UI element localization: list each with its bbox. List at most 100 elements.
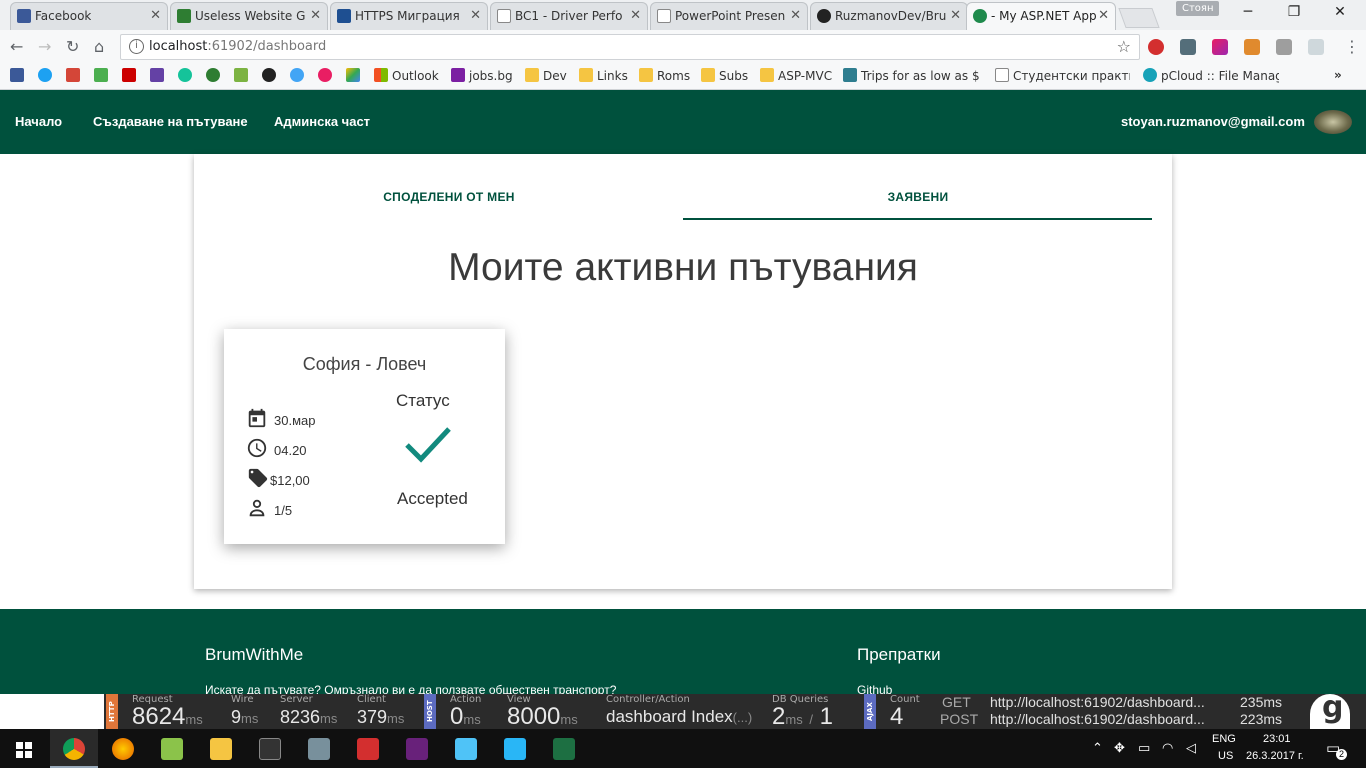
bookmark-jobs[interactable]: jobs.bg bbox=[451, 68, 513, 83]
gmail-bookmark-icon[interactable] bbox=[66, 68, 84, 83]
avatar[interactable] bbox=[1314, 110, 1352, 134]
close-icon[interactable]: ✕ bbox=[470, 3, 481, 29]
bookmark-pcloud[interactable]: pCloud :: File Manage bbox=[1143, 68, 1279, 83]
clock-icon bbox=[247, 438, 267, 458]
close-icon[interactable]: ✕ bbox=[630, 3, 641, 29]
bookmark-trips[interactable]: Trips for as low as $34 bbox=[843, 68, 979, 83]
file-explorer-taskbar-icon[interactable] bbox=[210, 738, 232, 760]
close-icon[interactable]: ✕ bbox=[790, 3, 801, 29]
ajax-url[interactable]: http://localhost:61902/dashboard... bbox=[990, 711, 1205, 727]
close-icon[interactable]: ✕ bbox=[310, 3, 321, 29]
youtube-bookmark-icon[interactable] bbox=[122, 68, 140, 83]
house-bookmark-icon[interactable] bbox=[94, 68, 112, 83]
check-icon bbox=[405, 427, 451, 463]
tools-taskbar-icon[interactable] bbox=[308, 738, 330, 760]
jb-extension-icon[interactable] bbox=[1276, 39, 1292, 55]
nav-create-trip-link[interactable]: Създаване на пътуване bbox=[93, 114, 248, 129]
car-favicon-icon bbox=[973, 9, 987, 23]
browser-tab[interactable]: RuzmanovDev/Bru ✕ bbox=[810, 2, 968, 30]
bookmark-star-icon[interactable]: ☆ bbox=[1117, 37, 1131, 56]
clock-date[interactable]: 26.3.2017 г. bbox=[1246, 750, 1304, 762]
ajax-url[interactable]: http://localhost:61902/dashboard... bbox=[990, 694, 1205, 710]
remote-desktop-taskbar-icon[interactable] bbox=[455, 738, 477, 760]
glimpse-toolbar[interactable]: HTTP Request 8624ms Wire 9ms Server 8236… bbox=[104, 690, 1366, 730]
browser-tab[interactable]: PowerPoint Presen ✕ bbox=[650, 2, 808, 30]
bookmark-folder-roms[interactable]: Roms bbox=[639, 68, 690, 83]
browser-tab-active[interactable]: - My ASP.NET App ✕ bbox=[966, 2, 1116, 30]
region-indicator[interactable]: US bbox=[1218, 750, 1233, 762]
browser-tab[interactable]: Facebook ✕ bbox=[10, 2, 168, 30]
reload-icon[interactable]: ↻ bbox=[66, 37, 79, 56]
adblock-extension-icon[interactable] bbox=[1148, 39, 1164, 55]
github-bookmark-icon[interactable] bbox=[262, 68, 280, 83]
arrow-up-bookmark-icon[interactable] bbox=[234, 68, 252, 83]
home-icon[interactable]: ⌂ bbox=[94, 37, 104, 56]
bookmark-folder-links[interactable]: Links bbox=[579, 68, 628, 83]
tray-overflow-icon[interactable]: ⌃ bbox=[1092, 741, 1103, 756]
volume-tray-icon[interactable]: ◁ bbox=[1186, 741, 1196, 756]
excel-taskbar-icon[interactable] bbox=[553, 738, 575, 760]
facebook-bookmark-icon[interactable] bbox=[10, 68, 28, 83]
profile-button[interactable]: Стоян bbox=[1176, 1, 1220, 16]
bookmark-student-practices[interactable]: Студентски практики bbox=[995, 68, 1130, 83]
wifi-tray-icon[interactable]: ◠ bbox=[1162, 741, 1173, 756]
restore-icon[interactable]: ❐ bbox=[1274, 4, 1314, 20]
forward-icon[interactable]: → bbox=[38, 37, 51, 56]
tab-title: BC1 - Driver Perfo bbox=[515, 9, 623, 23]
clock-time[interactable]: 23:01 bbox=[1263, 733, 1291, 745]
nav-user-email-link[interactable]: stoyan.ruzmanov@gmail.com bbox=[1121, 114, 1305, 129]
chrome-taskbar-icon[interactable] bbox=[63, 738, 85, 760]
power-tray-icon[interactable]: ▭ bbox=[1138, 741, 1150, 756]
url-text[interactable]: localhost:61902/dashboard bbox=[149, 39, 326, 54]
terminal-taskbar-icon[interactable] bbox=[259, 738, 281, 760]
bookmark-outlook[interactable]: Outlook bbox=[374, 68, 439, 83]
refresh-bookmark-icon[interactable] bbox=[206, 68, 224, 83]
tools-extension-icon[interactable] bbox=[1244, 39, 1260, 55]
filezilla-taskbar-icon[interactable] bbox=[357, 738, 379, 760]
folder-icon bbox=[639, 68, 653, 82]
more-bookmarks-icon[interactable]: » bbox=[1334, 68, 1342, 82]
twitter-bookmark-icon[interactable] bbox=[38, 68, 56, 83]
flask-extension-icon[interactable] bbox=[1308, 39, 1324, 55]
new-tab-button[interactable] bbox=[1118, 8, 1160, 28]
back-icon[interactable]: ← bbox=[10, 37, 23, 56]
bookmark-folder-subs[interactable]: Subs bbox=[701, 68, 748, 83]
folder-icon bbox=[760, 68, 774, 82]
window-close-icon[interactable]: ✕ bbox=[1320, 4, 1360, 20]
media-bookmark-icon[interactable] bbox=[318, 68, 336, 83]
firefox-taskbar-icon[interactable] bbox=[112, 738, 134, 760]
menu-kebab-icon[interactable]: ⋮ bbox=[1344, 37, 1360, 56]
status-label: Статус bbox=[396, 391, 450, 410]
nav-home-link[interactable]: Начало bbox=[15, 114, 62, 129]
address-bar[interactable]: i localhost:61902/dashboard ☆ bbox=[120, 34, 1140, 60]
snowflake-taskbar-icon[interactable] bbox=[504, 738, 526, 760]
eyedropper-extension-icon[interactable] bbox=[1180, 39, 1196, 55]
drive-bookmark-icon[interactable] bbox=[346, 68, 364, 83]
notepadpp-taskbar-icon[interactable] bbox=[161, 738, 183, 760]
tab-shared-by-me[interactable]: СПОДЕЛЕНИ ОТ МЕН bbox=[214, 190, 684, 204]
visual-studio-taskbar-icon[interactable] bbox=[406, 738, 428, 760]
browser-tab[interactable]: HTTPS Миграция ✕ bbox=[330, 2, 488, 30]
close-icon[interactable]: ✕ bbox=[150, 3, 161, 29]
status-badge: Accepted bbox=[397, 489, 468, 508]
minimize-icon[interactable]: ─ bbox=[1228, 4, 1268, 20]
bookmark-folder-dev[interactable]: Dev bbox=[525, 68, 567, 83]
trip-card[interactable]: София - Ловеч 30.мар 04.20 $12,00 1/5 Ст… bbox=[224, 329, 505, 544]
twitch-bookmark-icon[interactable] bbox=[150, 68, 168, 83]
bookmark-folder-asp-mvc[interactable]: ASP-MVC bbox=[760, 68, 832, 83]
browser-tab[interactable]: BC1 - Driver Perfo ✕ bbox=[490, 2, 648, 30]
info-icon[interactable]: i bbox=[129, 39, 144, 54]
tab-title: - My ASP.NET App bbox=[991, 9, 1097, 23]
language-indicator[interactable]: ENG bbox=[1212, 733, 1236, 745]
close-icon[interactable]: ✕ bbox=[950, 3, 961, 29]
grammarly-bookmark-icon[interactable] bbox=[178, 68, 196, 83]
windows-start-icon[interactable] bbox=[16, 742, 32, 758]
glimpse-logo-icon[interactable] bbox=[1310, 690, 1350, 729]
nav-admin-link[interactable]: Админска част bbox=[274, 114, 370, 129]
browser-tab[interactable]: Useless Website G ✕ bbox=[170, 2, 328, 30]
tab-requested[interactable]: ЗАЯВЕНИ bbox=[683, 190, 1153, 204]
color-extension-icon[interactable] bbox=[1212, 39, 1228, 55]
dropbox-tray-icon[interactable]: ✥ bbox=[1114, 741, 1125, 756]
close-icon[interactable]: ✕ bbox=[1098, 3, 1109, 29]
drop-bookmark-icon[interactable] bbox=[290, 68, 308, 83]
